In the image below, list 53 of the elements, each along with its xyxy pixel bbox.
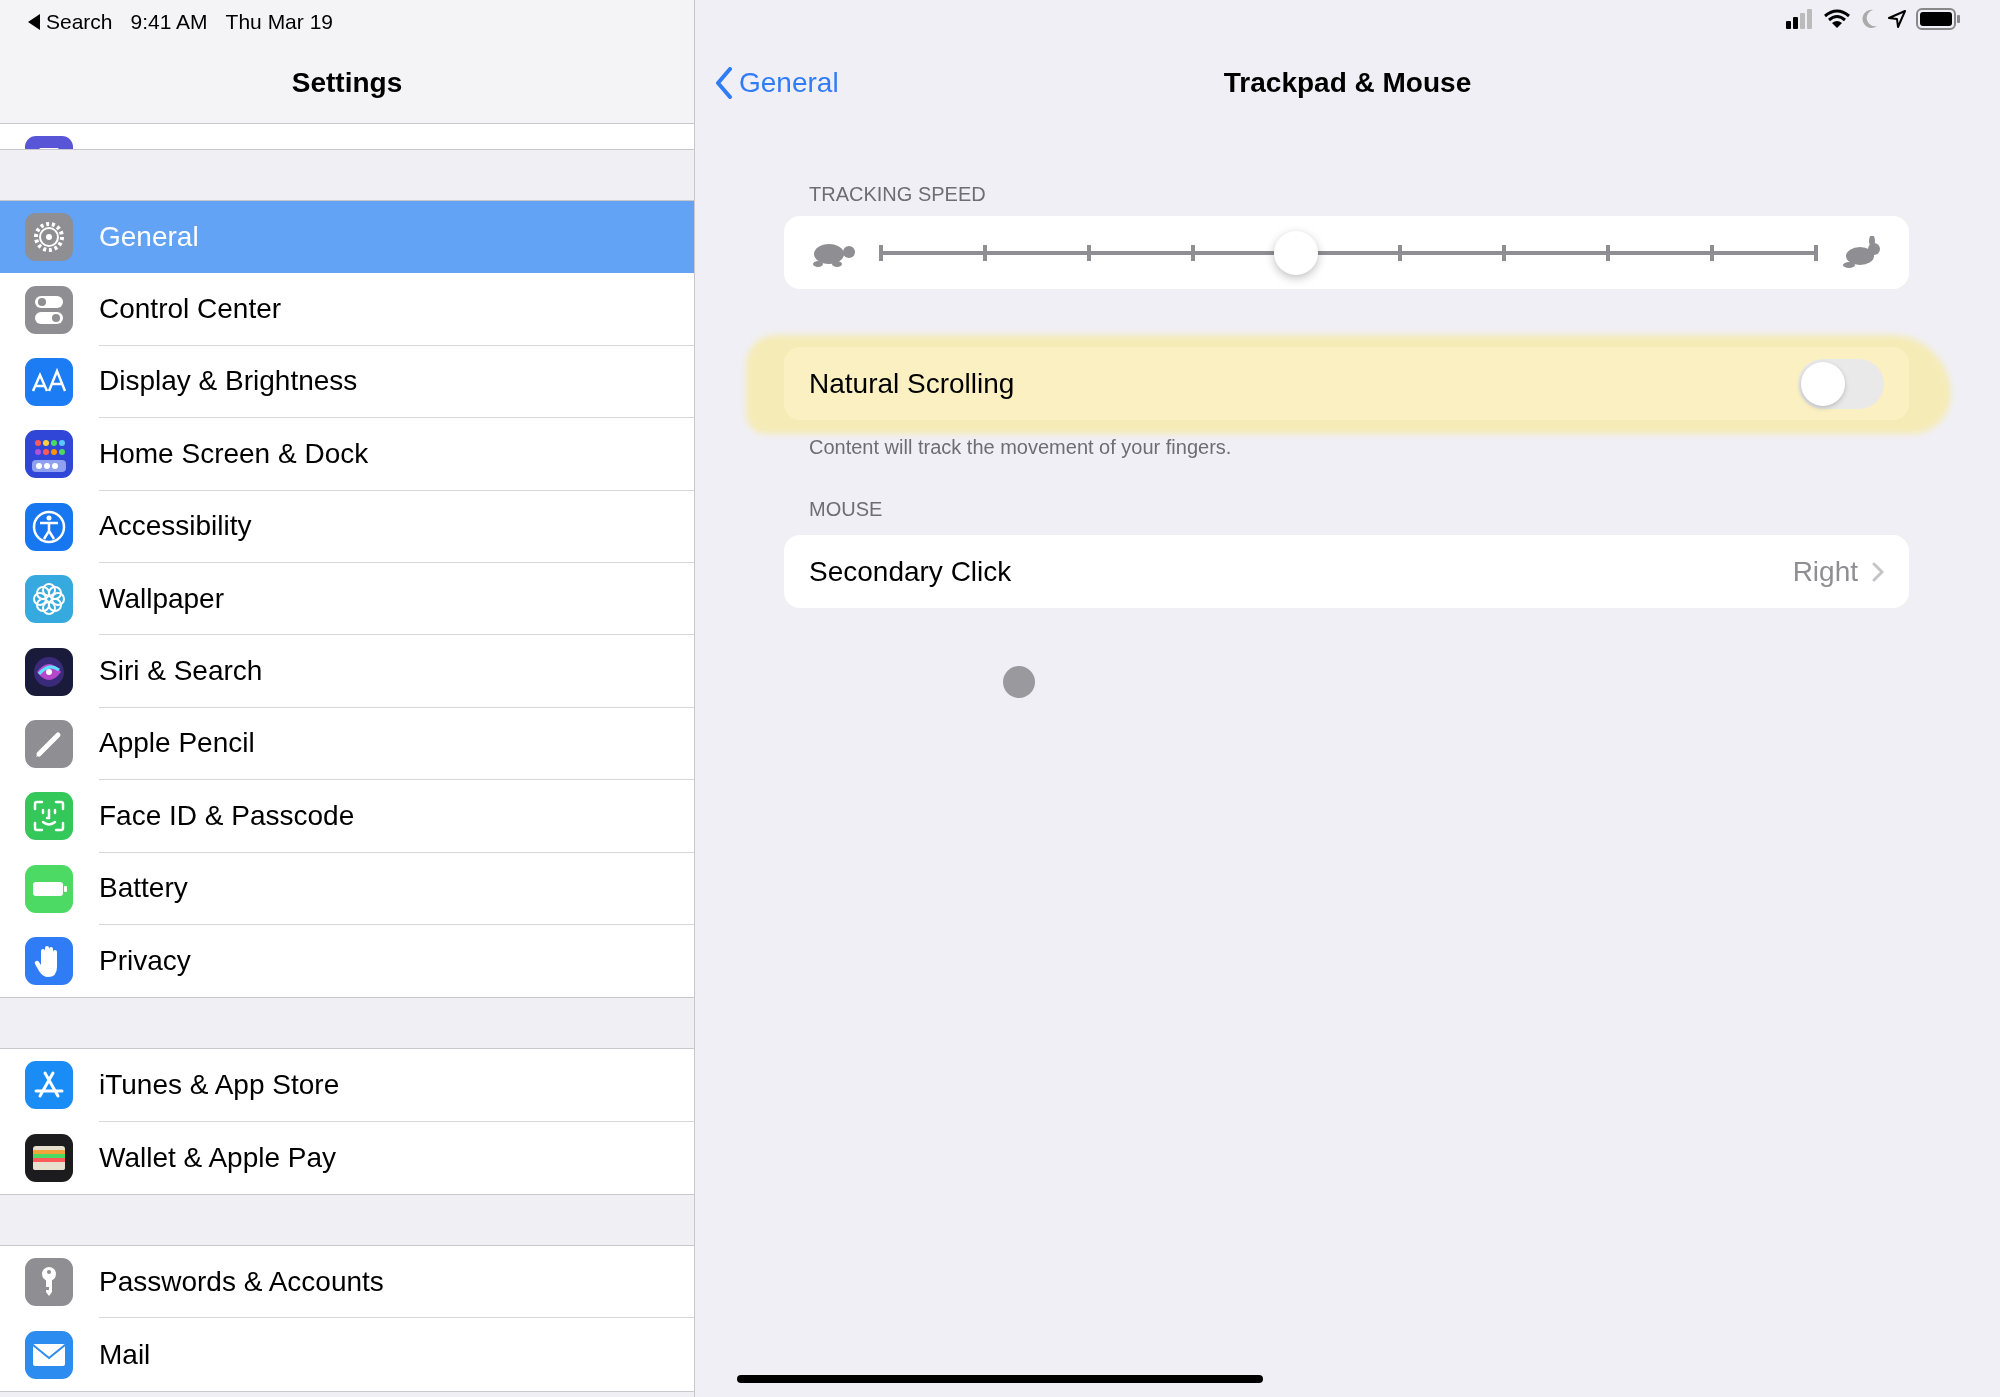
settings-item[interactable]: Home Screen & Dock — [0, 418, 694, 491]
settings-item[interactable]: Display & Brightness — [0, 345, 694, 419]
app-grid-icon — [25, 430, 73, 479]
settings-item[interactable]: Face ID & Passcode — [0, 780, 694, 853]
toggles-icon — [25, 285, 73, 334]
app-store-icon — [25, 1061, 73, 1110]
settings-item[interactable]: iTunes & App Store — [0, 1049, 694, 1122]
battery-level-icon — [1916, 8, 1960, 30]
settings-item[interactable]: Wallpaper — [0, 562, 694, 636]
settings-item[interactable]: Privacy — [0, 924, 694, 998]
settings-item[interactable]: Battery — [0, 852, 694, 925]
gear-icon — [25, 213, 73, 262]
wallet-icon — [25, 1133, 73, 1182]
sidebar-title: Settings — [290, 66, 404, 100]
settings-item[interactable]: Control Center — [0, 273, 694, 346]
footer-text: Content will track the movement of your fingers. — [808, 435, 1233, 460]
pointer-cursor — [1003, 666, 1035, 698]
settings-item[interactable]: Wallet & Apple Pay — [0, 1121, 694, 1195]
key-icon — [25, 1258, 73, 1307]
settings-item[interactable]: Mail — [0, 1318, 694, 1391]
flower-icon — [25, 575, 73, 624]
letters-icon — [25, 357, 73, 406]
hand-icon — [25, 937, 73, 986]
back-chevron-icon — [715, 67, 733, 99]
section-header: TRACKING SPEED — [808, 181, 987, 207]
toggle-switch[interactable] — [1798, 358, 1884, 409]
page-title: Trackpad & Mouse — [1223, 66, 1472, 100]
row-value: Right — [1792, 554, 1858, 589]
row-label: Secondary Click — [809, 554, 1013, 589]
envelope-icon — [25, 1330, 73, 1379]
location-arrow-icon — [1888, 10, 1906, 28]
home-indicator[interactable] — [737, 1375, 1263, 1383]
face-scan-icon — [25, 792, 73, 841]
settings-item[interactable]: Accessibility — [0, 490, 694, 563]
chevron-icon — [1872, 561, 1884, 582]
moon-icon — [1860, 9, 1878, 29]
wifi-icon — [1824, 9, 1850, 29]
settings-item[interactable]: Siri & Search — [0, 635, 694, 708]
status-date: Thu Mar 19 — [225, 9, 333, 36]
row-label: Natural Scrolling — [809, 366, 1016, 401]
status-time: 9:41 AM — [130, 9, 208, 36]
settings-item[interactable]: Apple Pencil — [0, 707, 694, 781]
back-to-app-link[interactable]: Search — [46, 6, 113, 38]
signal-icon — [1786, 9, 1814, 29]
settings-row[interactable]: Secondary Click Right — [784, 535, 1909, 608]
back-arrow-icon — [28, 14, 40, 30]
settings-item[interactable]: Passwords & Accounts — [0, 1246, 694, 1319]
slider-thumb[interactable] — [1274, 230, 1319, 275]
battery-icon — [25, 864, 73, 913]
accessibility-icon — [25, 502, 73, 551]
pencil-icon — [25, 719, 73, 768]
section-header: MOUSE — [808, 496, 884, 522]
orb-icon — [25, 647, 73, 696]
